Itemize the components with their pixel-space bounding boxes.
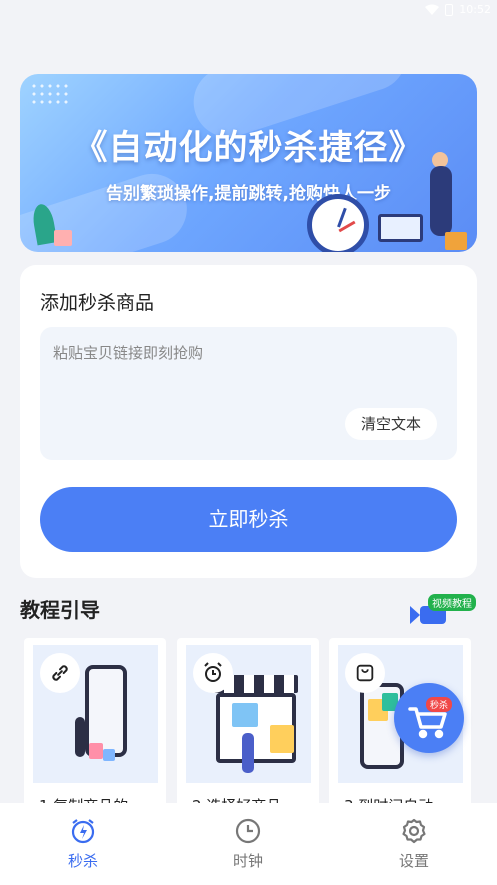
status-icons: 10:52 <box>425 3 491 16</box>
link-input[interactable]: 粘贴宝贝链接即刻抢购 清空文本 <box>40 327 457 460</box>
add-item-card: 添加秒杀商品 粘贴宝贝链接即刻抢购 清空文本 立即秒杀 <box>20 265 477 578</box>
gear-icon <box>402 818 426 844</box>
banner-dots <box>30 82 70 108</box>
shopping-bag-icon <box>356 664 374 682</box>
alarm-bolt-icon <box>71 819 95 844</box>
promo-banner[interactable]: 《自动化的秒杀捷径》 告别繁琐操作,提前跳转,抢购快人一步 <box>20 74 477 252</box>
seckill-badge: 秒杀 <box>426 697 453 712</box>
pot-illustration <box>54 230 72 246</box>
tutorial-step-2[interactable]: 2.选择好商品 <box>177 638 319 808</box>
shirt-illustration <box>232 703 258 727</box>
video-tutorial-button[interactable]: 视频教程 <box>408 594 478 634</box>
gift-illustration <box>445 232 467 250</box>
cart-illustration <box>378 214 423 242</box>
video-tutorial-tag: 视频教程 <box>428 594 476 611</box>
clear-text-button[interactable]: 清空文本 <box>345 408 437 440</box>
tab-settings[interactable]: 设置 <box>354 817 474 871</box>
seckill-now-button[interactable]: 立即秒杀 <box>40 487 457 552</box>
clock-icon <box>235 818 261 844</box>
step-icon-circle <box>193 653 233 693</box>
video-camera-icon <box>410 606 420 624</box>
clock-illustration <box>307 194 369 252</box>
tab-label: 秒杀 <box>67 852 98 870</box>
card-title: 添加秒杀商品 <box>40 292 155 314</box>
banner-subtitle: 告别繁琐操作,提前跳转,抢购快人一步 <box>106 184 391 204</box>
person-illustration <box>75 717 85 757</box>
bag-illustration <box>103 749 115 761</box>
status-bar: 10:52 <box>0 0 497 22</box>
person-illustration <box>430 166 452 236</box>
step-icon-circle <box>345 653 385 693</box>
person-illustration <box>242 733 254 773</box>
link-icon <box>52 665 68 681</box>
bag-illustration <box>89 743 103 759</box>
wifi-icon <box>425 4 440 15</box>
link-input-placeholder: 粘贴宝贝链接即刻抢购 <box>53 344 204 362</box>
step-icon-circle <box>40 653 80 693</box>
status-time: 10:52 <box>459 3 491 16</box>
tab-label: 时钟 <box>232 852 263 870</box>
tutorial-title: 教程引导 <box>20 598 100 622</box>
bottom-tab-bar: 秒杀 时钟 设置 <box>0 803 497 885</box>
alarm-clock-icon <box>204 662 222 682</box>
bag-illustration <box>270 725 294 753</box>
banner-title: 《自动化的秒杀捷径》 <box>73 128 424 168</box>
cart-icon <box>408 707 447 739</box>
tab-seckill[interactable]: 秒杀 <box>23 817 143 871</box>
tab-label: 设置 <box>398 852 429 870</box>
tab-clock[interactable]: 时钟 <box>188 817 308 871</box>
floating-cart-button[interactable]: 秒杀 <box>394 683 464 753</box>
battery-icon <box>445 3 454 16</box>
tutorial-step-1[interactable]: 1.复制商品的 <box>24 638 166 808</box>
